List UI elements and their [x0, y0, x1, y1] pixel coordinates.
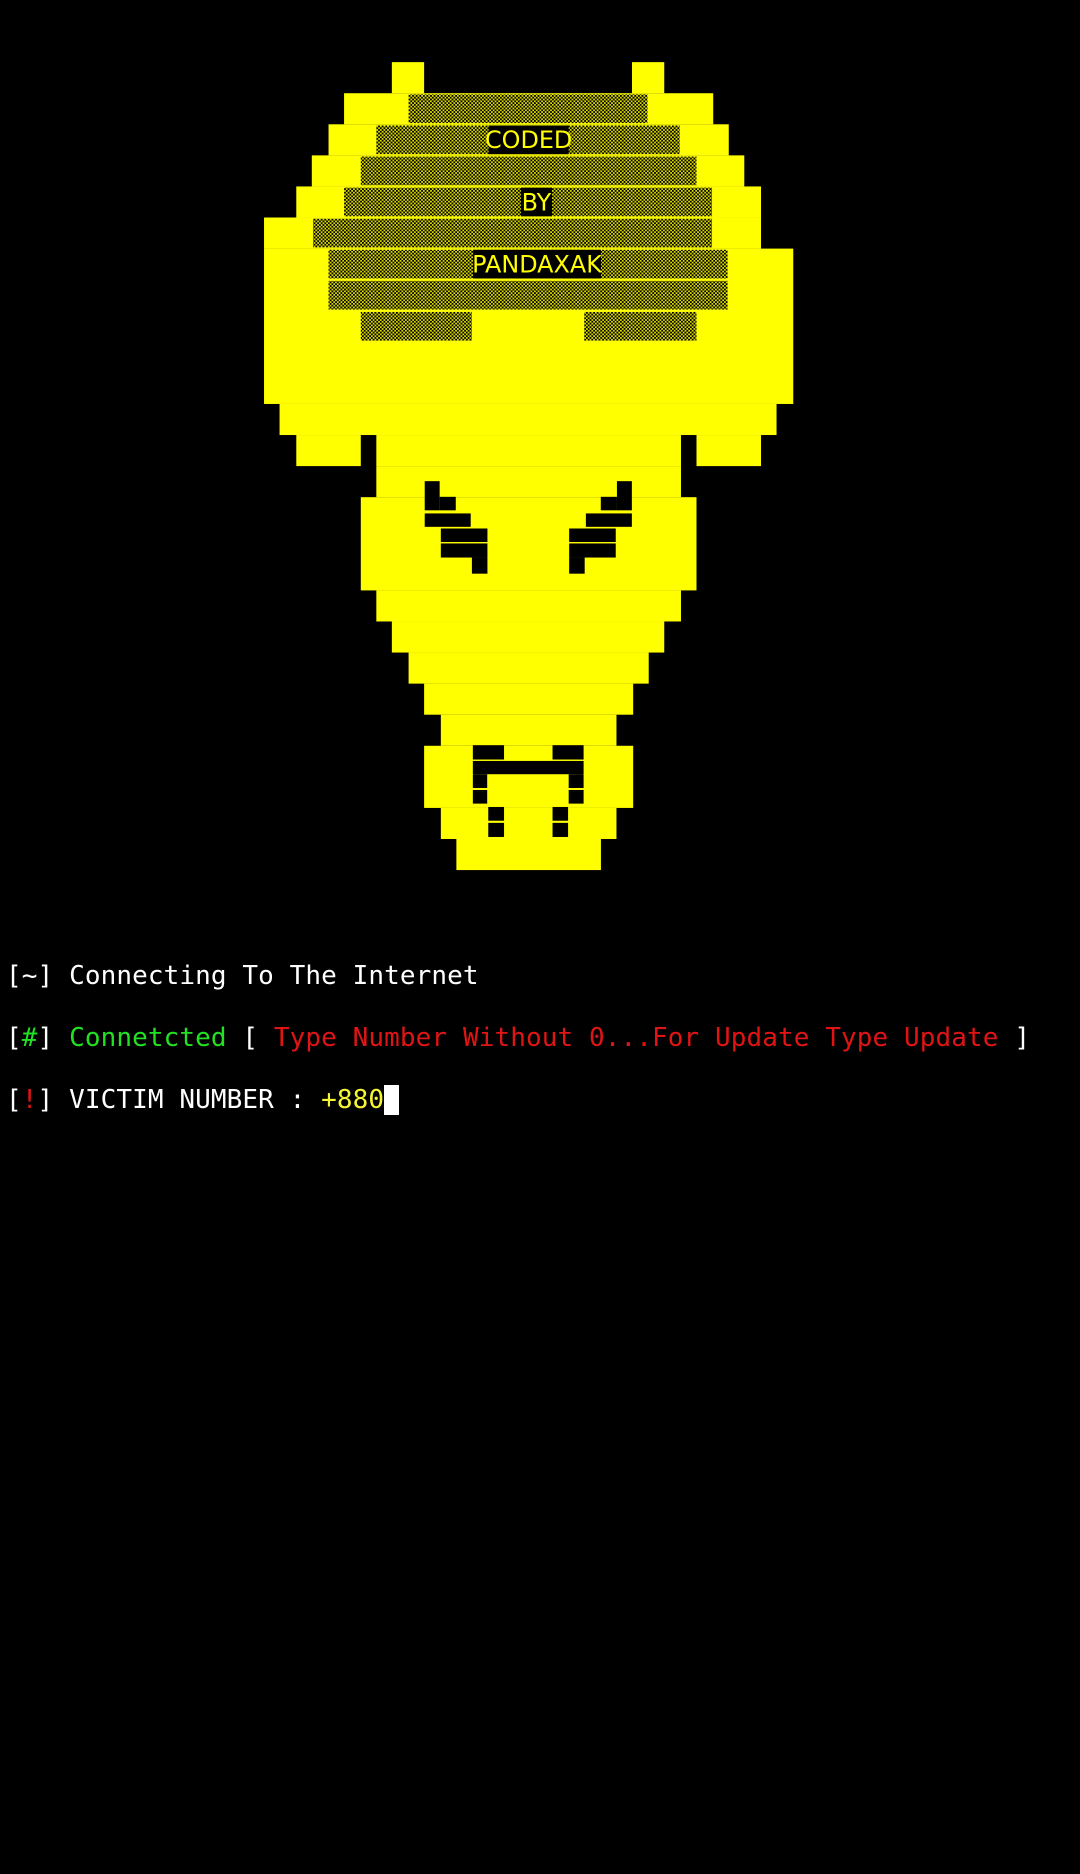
- victim-number-prompt[interactable]: [!] VICTIM NUMBER : +880: [6, 1085, 400, 1116]
- banner-author: PANDAXAK: [472, 250, 603, 278]
- status-connecting-line: [~] Connecting To The Internet: [6, 961, 479, 992]
- bracket: ]: [37, 1085, 54, 1115]
- number-input[interactable]: +880: [321, 1085, 384, 1115]
- instruction-hint: Type Number Without 0...For Update Type …: [273, 1023, 999, 1053]
- hash-symbol: #: [21, 1023, 38, 1053]
- bracket: [: [6, 1023, 22, 1053]
- exclamation-symbol: !: [21, 1085, 38, 1115]
- bull-ascii-art: CODED BY PANDAXAK: [264, 62, 794, 871]
- prompt-label: VICTIM NUMBER :: [69, 1085, 306, 1115]
- bracket: [: [242, 1023, 259, 1053]
- tilde-symbol: ~: [21, 961, 38, 991]
- text-cursor: [384, 1085, 400, 1115]
- status-connected-line: [#] Connetcted [ Type Number Without 0..…: [6, 1023, 1030, 1054]
- bracket: [: [6, 1085, 22, 1115]
- bracket: ]: [37, 1023, 54, 1053]
- bracket: ]: [37, 961, 54, 991]
- banner-coded: CODED: [485, 126, 572, 154]
- connected-status: Connetcted: [69, 1023, 227, 1053]
- bracket: [: [6, 961, 22, 991]
- banner-by: BY: [522, 188, 552, 216]
- bracket: ]: [1014, 1023, 1031, 1053]
- connecting-text: Connecting To The Internet: [69, 961, 479, 991]
